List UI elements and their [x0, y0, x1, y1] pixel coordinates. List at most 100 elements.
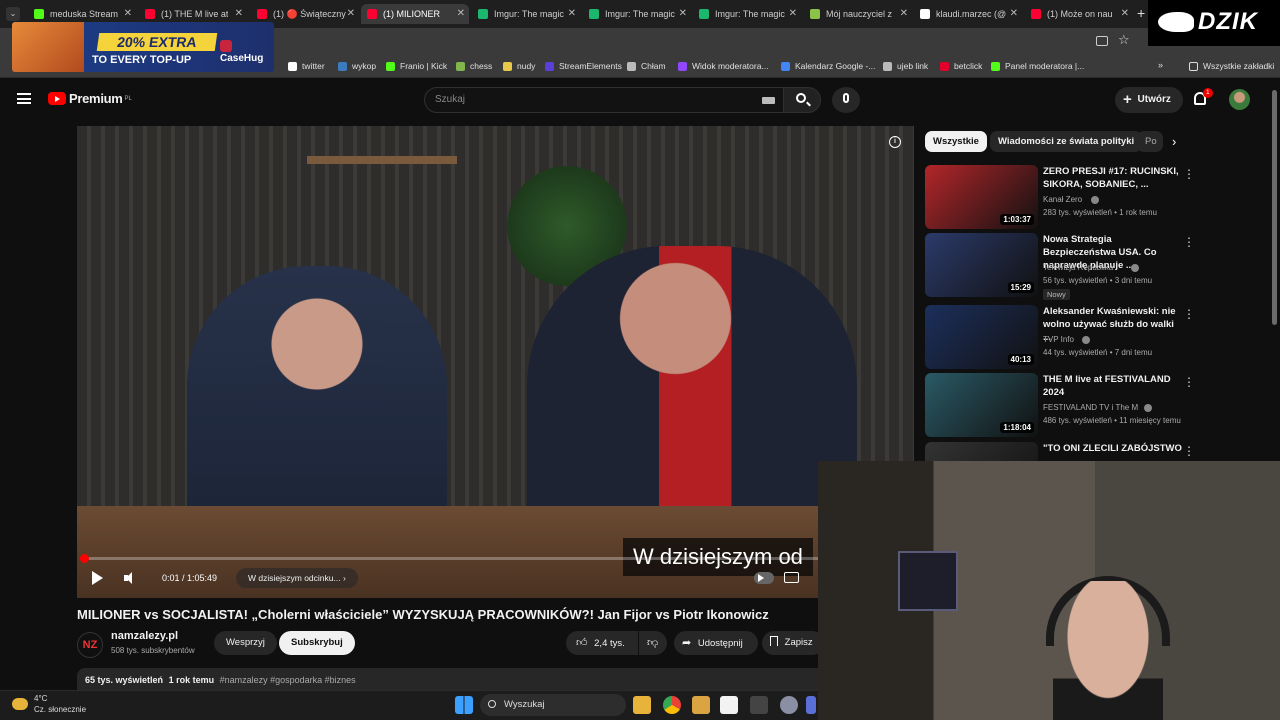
browser-tab[interactable]: (1) Może on nau ✕ [1025, 4, 1133, 24]
autoplay-toggle[interactable] [754, 572, 774, 584]
video-description[interactable]: 65 tys. wyświetleń 1 rok temu #namzalezy… [77, 668, 837, 692]
voice-search-button[interactable] [832, 87, 860, 113]
bookmark-item[interactable]: Franio | Kick [386, 61, 447, 71]
recommended-video-channel[interactable]: Kanał Zero [1043, 195, 1082, 204]
recommended-video-channel[interactable]: Telewizja Republika [1043, 263, 1113, 272]
bookmark-item[interactable]: chess [456, 61, 492, 71]
chip-politics-news[interactable]: Wiadomości ze świata polityki [990, 131, 1143, 152]
recommended-video[interactable]: 1:03:37 ZERO PRESJI #17: RUCINSKI, SIKORA… [925, 165, 1225, 229]
more-options-icon[interactable]: ⋮ [1183, 444, 1195, 458]
browser-tab[interactable]: (1) THE M live at ✕ [139, 4, 247, 24]
channel-name[interactable]: namzalezy.pl [111, 630, 178, 642]
tab-close-icon[interactable]: ✕ [1121, 8, 1129, 19]
recommended-video[interactable]: 15:29 Nowa Strategia Bezpieczeństwa USA. … [925, 233, 1225, 300]
browser-tab[interactable]: Imgur: The magic ✕ [693, 4, 801, 24]
volume-icon[interactable] [124, 572, 138, 584]
share-button[interactable]: ➦ Udostępnij [674, 631, 758, 655]
bookmark-star-icon[interactable]: ☆ [1118, 32, 1130, 48]
play-button[interactable] [92, 571, 103, 585]
recommended-video[interactable]: "TO ONI ZLECILI ZABÓJSTWO ⋮ [925, 442, 1225, 461]
bookmark-item[interactable]: ujeb link [883, 61, 928, 71]
subscribe-button[interactable]: Subskrybuj [279, 631, 355, 655]
chip-more[interactable]: Po [1137, 131, 1163, 152]
browser-tab[interactable]: meduska Stream ✕ [28, 4, 136, 24]
bookmark-item[interactable]: Chłam [627, 61, 666, 71]
save-button[interactable]: Zapisz [762, 631, 824, 655]
recommended-video-title[interactable]: "TO ONI ZLECILI ZABÓJSTWO [1043, 442, 1183, 455]
tab-close-icon[interactable]: ✕ [457, 8, 465, 19]
new-tab-button[interactable]: + [1137, 5, 1145, 21]
windows-start-icon[interactable] [455, 696, 473, 714]
create-button[interactable]: + Utwórz [1115, 87, 1183, 113]
video-thumbnail[interactable]: 1:18:04 [925, 373, 1038, 437]
chrome-icon[interactable] [663, 696, 681, 714]
tab-close-icon[interactable]: ✕ [900, 8, 908, 19]
more-options-icon[interactable]: ⋮ [1183, 375, 1195, 389]
recommended-video[interactable]: 1:18:04 THE M live at FESTIVALAND 2024 FES… [925, 373, 1225, 437]
channel-avatar[interactable]: NZ [77, 632, 103, 658]
bookmark-item[interactable]: twitter [288, 61, 325, 71]
install-app-icon[interactable] [1096, 36, 1108, 46]
tab-list-button[interactable]: ⌄ [6, 7, 20, 21]
recommended-video-channel[interactable]: FESTIVALAND TV i The M [1043, 403, 1138, 412]
tab-close-icon[interactable]: ✕ [235, 8, 243, 19]
video-progress-bar[interactable] [80, 554, 818, 563]
search-button[interactable] [783, 87, 821, 113]
app-icon[interactable] [720, 696, 738, 714]
recommended-video-channel[interactable]: TVP Info [1043, 335, 1074, 344]
bookmark-item[interactable]: StreamElements [545, 61, 622, 71]
app-icon[interactable] [750, 696, 768, 714]
tab-close-icon[interactable]: ✕ [347, 8, 355, 19]
keyboard-icon[interactable] [762, 97, 775, 104]
chip-all[interactable]: Wszystkie [925, 131, 987, 152]
file-explorer-icon[interactable] [633, 696, 651, 714]
youtube-logo[interactable]: Premium PL [48, 91, 132, 106]
recommended-video-title[interactable]: THE M live at FESTIVALAND 2024 [1043, 373, 1183, 399]
chapter-button[interactable]: W dzisiejszym odcinku... › [236, 568, 358, 588]
video-thumbnail[interactable]: 15:29 [925, 233, 1038, 297]
recommended-video[interactable]: 40:13 Aleksander Kwaśniewski: nie wolno u… [925, 305, 1225, 369]
search-input[interactable]: Szukaj [424, 87, 784, 113]
subtitles-icon[interactable] [784, 572, 799, 583]
casehug-ad-banner[interactable]: 20% EXTRA TO EVERY TOP-UP CaseHug [12, 22, 274, 72]
tab-close-icon[interactable]: ✕ [1010, 8, 1018, 19]
recommended-video-title[interactable]: ZERO PRESJI #17: RUCINSKI, SIKORA, SOBAN… [1043, 165, 1183, 191]
bookmark-item[interactable]: Panel moderatora |... [991, 61, 1084, 71]
bookmark-item[interactable]: Kalendarz Google -... [781, 61, 875, 71]
bookmark-item[interactable]: betclick [940, 61, 982, 71]
more-options-icon[interactable]: ⋮ [1183, 307, 1195, 321]
chevron-right-icon[interactable]: › [1172, 134, 1176, 149]
app-icon[interactable] [692, 696, 710, 714]
page-scrollbar[interactable] [1272, 90, 1277, 325]
video-info-icon[interactable]: i [889, 136, 901, 148]
browser-tab[interactable]: (1) MILIONER ✕ [361, 4, 469, 24]
bookmarks-overflow-icon[interactable]: » [1158, 60, 1163, 70]
bookmark-item[interactable]: nudy [503, 61, 535, 71]
tab-close-icon[interactable]: ✕ [568, 8, 576, 19]
tab-close-icon[interactable]: ✕ [789, 8, 797, 19]
weather-icon[interactable] [12, 698, 28, 710]
app-icon[interactable] [806, 696, 816, 714]
bookmark-item[interactable]: wykop [338, 61, 376, 71]
bookmark-item[interactable]: Widok moderatora... [678, 61, 769, 71]
avatar[interactable] [1229, 89, 1250, 110]
tab-close-icon[interactable]: ✕ [124, 8, 132, 19]
more-options-icon[interactable]: ⋮ [1183, 235, 1195, 249]
settings-icon[interactable] [780, 696, 798, 714]
like-button[interactable]: 👍︎ 2,4 tys. [566, 631, 638, 655]
taskbar-search[interactable]: Wyszukaj [480, 694, 626, 716]
browser-tab[interactable]: Mój nauczyciel z ✕ [804, 4, 912, 24]
browser-tab[interactable]: Imgur: The magic ✕ [472, 4, 580, 24]
browser-tab[interactable]: Imgur: The magic ✕ [583, 4, 691, 24]
hamburger-menu-icon[interactable] [17, 93, 31, 104]
dislike-button[interactable]: 👎︎ [639, 631, 667, 655]
video-thumbnail[interactable]: 40:13 [925, 305, 1038, 369]
video-thumbnail[interactable] [925, 442, 1038, 461]
support-button[interactable]: Wesprzyj [214, 631, 277, 655]
notifications-button[interactable]: 1 [1191, 88, 1213, 110]
video-thumbnail[interactable]: 1:03:37 [925, 165, 1038, 229]
hashtags[interactable]: #namzalezy #gospodarka #biznes [220, 675, 356, 685]
video-player[interactable]: i W dzisiejszym od [77, 126, 914, 598]
browser-tab[interactable]: klaudi.marzec (@ ✕ [914, 4, 1022, 24]
tab-close-icon[interactable]: ✕ [679, 8, 687, 19]
